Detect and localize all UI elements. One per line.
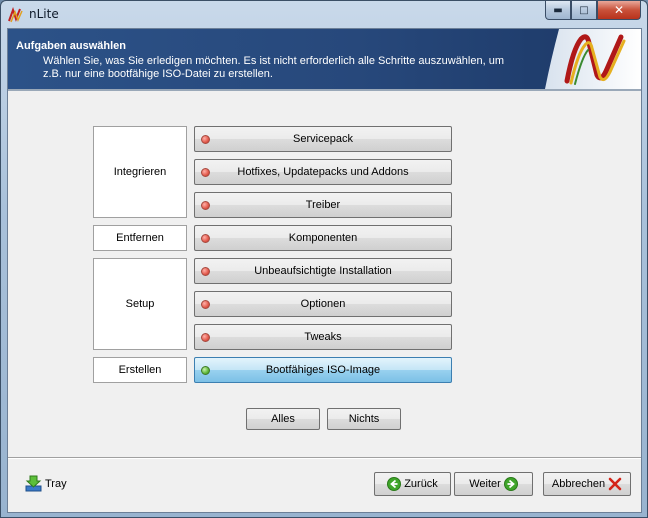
page-header: Aufgaben auswählen Wählen Sie, was Sie e… — [8, 29, 641, 89]
caption-buttons: ▬ □ ✕ — [545, 1, 641, 20]
cancel-button[interactable]: Abbrechen — [543, 472, 631, 496]
task-label: Servicepack — [293, 133, 353, 145]
cancel-label: Abbrechen — [551, 478, 606, 490]
task-drivers-button[interactable]: Treiber — [194, 192, 452, 218]
select-none-button[interactable]: Nichts — [327, 408, 401, 430]
status-red-icon — [201, 135, 210, 144]
tray-download-icon — [25, 475, 42, 492]
close-icon: ✕ — [613, 3, 625, 17]
app-window: nLite ▬ □ ✕ Aufgaben auswählen Wählen Si… — [0, 0, 648, 518]
task-label: Komponenten — [288, 232, 358, 244]
task-hotfixes-button[interactable]: Hotfixes, Updatepacks und Addons — [194, 159, 452, 185]
nlite-logo-icon — [8, 7, 23, 23]
status-red-icon — [201, 300, 210, 309]
green-arrow-left-icon — [387, 477, 402, 491]
group-create-label: Erstellen — [118, 364, 162, 376]
page-description: Wählen Sie, was Sie erledigen möchten. E… — [43, 55, 523, 81]
task-label: Unbeaufsichtigte Installation — [254, 265, 392, 277]
group-remove: Entfernen — [93, 225, 187, 251]
minimize-icon: ▬ — [553, 4, 563, 16]
tray-link[interactable]: Tray — [25, 475, 67, 492]
green-arrow-right-icon — [503, 477, 518, 491]
window-title: nLite — [29, 7, 59, 21]
select-all-button[interactable]: Alles — [246, 408, 320, 430]
select-none-label: Nichts — [348, 413, 380, 425]
task-bootable-iso-button[interactable]: Bootfähiges ISO-Image — [194, 357, 452, 383]
nlite-banner-logo-icon — [545, 29, 641, 89]
task-label: Optionen — [300, 298, 346, 310]
next-label: Weiter — [469, 478, 501, 490]
task-label: Hotfixes, Updatepacks und Addons — [237, 166, 409, 178]
next-button[interactable]: Weiter — [454, 472, 533, 496]
minimize-button[interactable]: ▬ — [545, 1, 571, 20]
task-servicepack-button[interactable]: Servicepack — [194, 126, 452, 152]
group-integrate-label: Integrieren — [113, 166, 167, 178]
group-setup: Setup — [93, 258, 187, 350]
task-tweaks-button[interactable]: Tweaks — [194, 324, 452, 350]
task-label: Treiber — [305, 199, 341, 211]
maximize-icon: □ — [579, 4, 589, 16]
back-button[interactable]: Zurück — [374, 472, 451, 496]
tray-label: Tray — [45, 477, 67, 490]
maximize-button[interactable]: □ — [571, 1, 597, 20]
task-unattended-button[interactable]: Unbeaufsichtigte Installation — [194, 258, 452, 284]
header-divider — [8, 89, 641, 91]
status-red-icon — [201, 234, 210, 243]
status-green-icon — [201, 366, 210, 375]
red-x-icon — [608, 477, 622, 491]
group-remove-label: Entfernen — [116, 232, 164, 244]
description-line-2: z.B. nur eine bootfähige ISO-Datei zu er… — [43, 68, 273, 80]
close-button[interactable]: ✕ — [597, 1, 641, 20]
description-line-1: Wählen Sie, was Sie erledigen möchten. E… — [43, 55, 505, 67]
page-title: Aufgaben auswählen — [16, 40, 127, 52]
group-setup-label: Setup — [125, 298, 155, 310]
select-all-label: Alles — [271, 413, 295, 425]
group-create: Erstellen — [93, 357, 187, 383]
group-integrate: Integrieren — [93, 126, 187, 218]
status-red-icon — [201, 267, 210, 276]
title-bar[interactable]: nLite ▬ □ ✕ — [1, 1, 647, 27]
task-label: Bootfähiges ISO-Image — [265, 364, 381, 376]
task-components-button[interactable]: Komponenten — [194, 225, 452, 251]
dialog-client-area: Aufgaben auswählen Wählen Sie, was Sie e… — [7, 28, 642, 513]
task-label: Tweaks — [304, 331, 342, 343]
back-label: Zurück — [404, 478, 438, 490]
footer-divider — [8, 457, 641, 459]
status-red-icon — [201, 333, 210, 342]
status-red-icon — [201, 201, 210, 210]
status-red-icon — [201, 168, 210, 177]
task-options-button[interactable]: Optionen — [194, 291, 452, 317]
